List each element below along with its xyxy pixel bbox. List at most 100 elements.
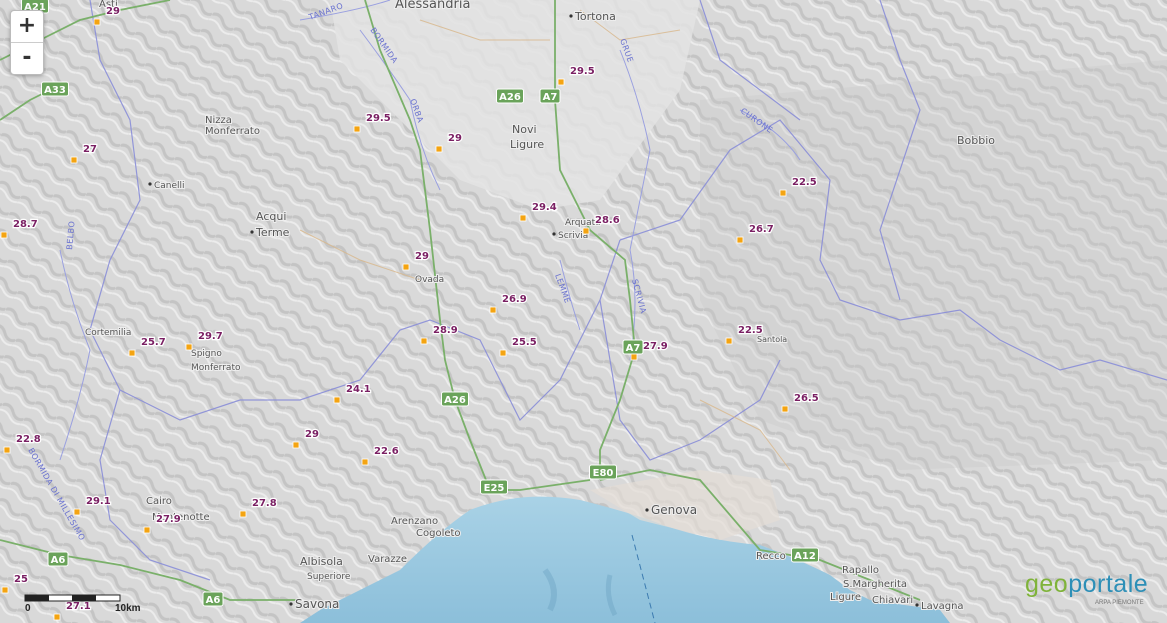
station-dot-icon [333,396,341,404]
road-shield-label: A12 [794,551,816,562]
place-label: Ligure [510,138,544,151]
logo-part-portale: portale [1068,570,1149,598]
geoportale-logo[interactable]: geoportale [1025,570,1148,599]
place-label: Nizza [205,115,232,126]
place-dot-icon [289,602,293,606]
place-label: Arenzano [391,516,438,527]
station-dot-icon [435,145,443,153]
place-label: Albisola [300,555,343,568]
station-dot-icon [402,263,410,271]
station-dot-icon [128,349,136,357]
place-label: Lavagna [921,601,964,612]
station-value: 28.7 [13,219,38,230]
road-shield: E25 [480,479,508,495]
zoom-control: + - [10,10,44,75]
road-shield-label: A6 [206,595,221,606]
place-label: Ovada [415,275,444,285]
road-shield: A6 [47,551,69,567]
place-label: Cogoleto [416,528,461,539]
station-dot-icon [93,18,101,26]
station-dot-icon [73,508,81,516]
station-dot-icon [489,306,497,314]
station-value: 22.5 [792,177,817,188]
station-value: 29.5 [570,66,595,77]
station-value: 22.6 [374,446,399,457]
road-shield-label: A7 [543,92,558,103]
road-shield-label: A26 [444,395,466,406]
station-value: 26.7 [749,224,774,235]
station-value: 28.6 [595,215,620,226]
zoom-in-button[interactable]: + [11,11,43,43]
place-label: Monferrato [191,363,241,373]
place-dot-icon [552,232,556,236]
station-value: 29 [415,251,429,262]
road-shield: E80 [589,464,617,480]
station-value: 26.5 [794,393,819,404]
station-dot-icon [353,125,361,133]
station-value: 25.7 [141,337,166,348]
place-label: Monferrato [205,126,260,137]
station-dot-icon [53,613,61,621]
road-shield-label: E25 [484,483,505,494]
map-canvas[interactable]: AlessandriaTortonaNizzaMonferrato NoviLig… [0,0,1167,623]
place-label: Ligure [830,592,861,603]
station-dot-icon [630,353,638,361]
station-dot-icon [779,189,787,197]
station-value: 27.1 [66,601,91,612]
place-label: Rapallo [842,565,879,576]
station-value: 27.9 [643,341,668,352]
road-shield: A26 [441,391,469,407]
station-value: 28.9 [433,325,458,336]
station-dot-icon [420,337,428,345]
station-dot-icon [143,526,151,534]
place-label: Genova [651,503,697,517]
zoom-out-button[interactable]: - [11,43,43,74]
station-value: 24.1 [346,384,371,395]
place-label: S.Margherita [843,579,907,590]
station-dot-icon [3,446,11,454]
place-label: Bobbio [957,134,995,147]
place-label: Superiore [307,572,351,582]
place-label: Tortona [574,10,616,23]
place-label: Spigno [191,349,222,359]
station-value: 29 [305,429,319,440]
station-value: 29 [106,6,120,17]
scale-label-0: 0 [25,603,31,614]
place-dot-icon [250,230,254,234]
place-label: Novi [512,123,537,136]
place-dot-icon [645,508,649,512]
place-label: Varazze [368,554,407,565]
road-shield-label: A6 [51,555,66,566]
place-dot-icon [915,603,919,607]
road-shield: A7 [622,339,644,355]
station-dot-icon [292,441,300,449]
station-dot-icon [736,236,744,244]
place-label: Chiavari [872,595,913,606]
road-shield: A12 [791,547,819,563]
station-dot-icon [239,510,247,518]
station-value: 27.8 [252,498,277,509]
station-value: 29.7 [198,331,223,342]
station-dot-icon [725,337,733,345]
station-dot-icon [185,343,193,351]
mountain-shade [700,60,1167,470]
place-label: Cortemilia [85,328,131,338]
station-value: 25.5 [512,337,537,348]
place-label: Santola [757,335,787,344]
road-shield: A6 [202,591,224,607]
station-value: 27.9 [156,514,181,525]
road-shield-label: E80 [593,468,614,479]
place-label: Alessandria [395,0,470,12]
place-dot-icon [148,182,152,186]
station-dot-icon [499,349,507,357]
place-label: Cairo [146,496,172,507]
road-shield: A7 [539,88,561,104]
station-value: 22.5 [738,325,763,336]
place-label: Savona [295,597,339,611]
road-shield: A33 [41,81,69,97]
station-value: 26.9 [502,294,527,305]
station-value: 25 [14,574,28,585]
place-dot-icon [569,14,573,18]
road-shield: A26 [496,88,524,104]
station-value: 29.5 [366,113,391,124]
